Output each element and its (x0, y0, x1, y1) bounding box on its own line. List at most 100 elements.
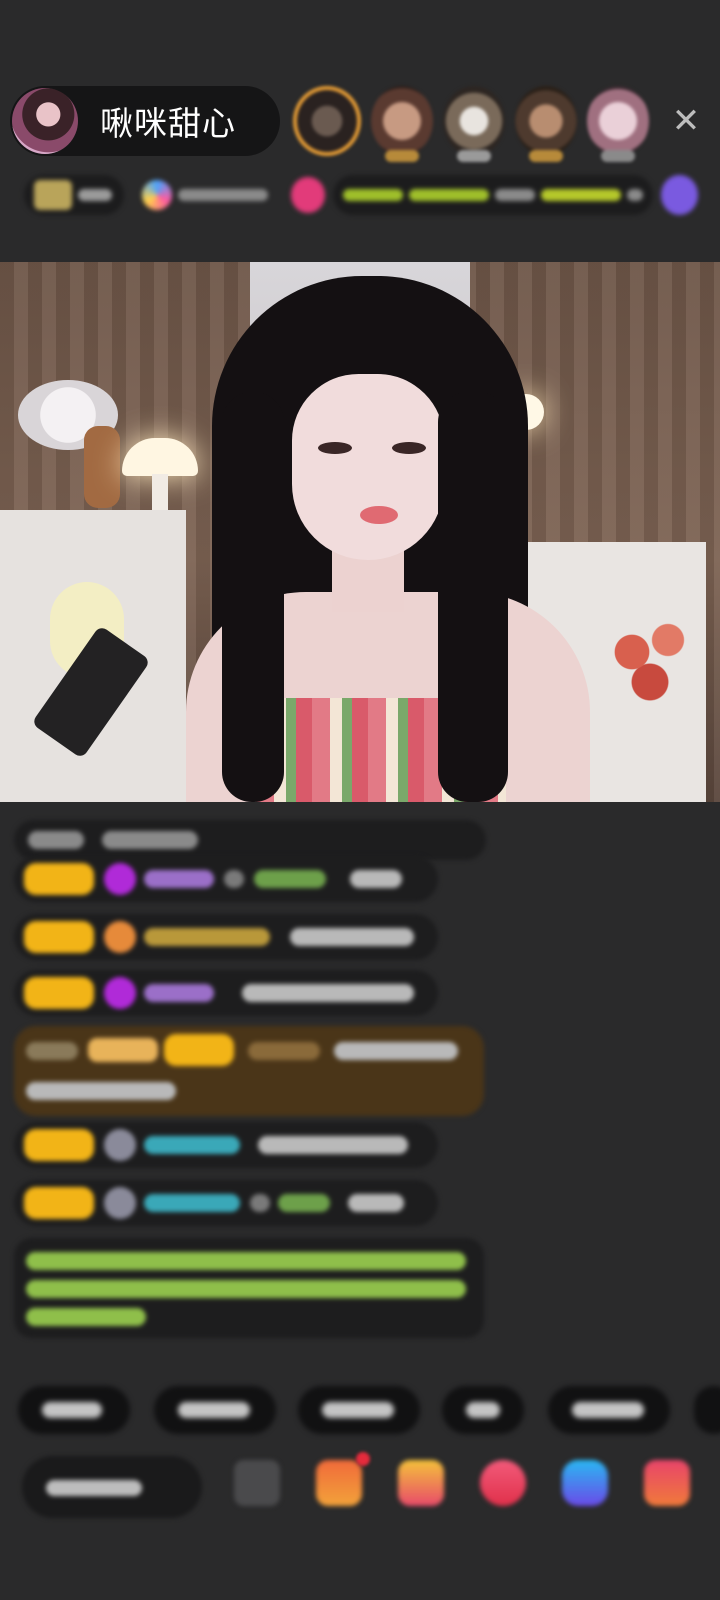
rainbow-icon (142, 180, 173, 210)
highlighted-chat-message[interactable] (14, 1026, 484, 1116)
fan-level-badge (24, 921, 94, 953)
activity-icon[interactable] (660, 175, 698, 215)
emoji-icon[interactable] (234, 1460, 280, 1506)
streamer-eye (318, 442, 352, 454)
quick-reply-button[interactable] (154, 1386, 276, 1434)
blurred-text (342, 189, 403, 201)
streamer-eye (392, 442, 426, 454)
quick-reply-button[interactable] (442, 1386, 524, 1434)
notification-dot (356, 1452, 370, 1466)
username[interactable] (144, 1194, 240, 1212)
level-icon (104, 921, 136, 953)
background-vase (84, 426, 120, 508)
blurred-text (572, 1402, 644, 1418)
notice-text (26, 1252, 466, 1270)
more-icon[interactable] (644, 1460, 690, 1506)
avatar-icon (104, 1187, 136, 1219)
bag-icon[interactable] (398, 1460, 444, 1506)
chat-message[interactable] (14, 856, 438, 902)
blurred-text (42, 1402, 102, 1418)
notice-text (26, 1280, 466, 1298)
blurred-text (78, 189, 112, 201)
blurred-text (178, 189, 269, 201)
blurred-text (250, 1194, 270, 1212)
controller-icon[interactable] (562, 1460, 608, 1506)
quick-reply-button[interactable] (694, 1386, 720, 1434)
blurred-text (540, 189, 621, 201)
blurred-text (408, 189, 489, 201)
streamer-hair (438, 392, 508, 802)
viewer-rank-tag (529, 150, 563, 162)
host-name[interactable]: 啾咪甜心 (100, 97, 236, 145)
blurred-text (26, 1042, 78, 1060)
chat-list[interactable] (0, 802, 720, 1362)
viewer-avatar[interactable] (443, 86, 505, 162)
quick-reply-button[interactable] (18, 1386, 130, 1434)
username[interactable] (144, 928, 270, 946)
viewer-rank-tag (385, 150, 419, 162)
diamond-icon (104, 977, 136, 1009)
message-text (334, 1042, 458, 1060)
viewer-rank-tag (601, 150, 635, 162)
username[interactable] (144, 1136, 240, 1154)
ranking-pill[interactable] (332, 175, 653, 215)
viewer-avatar[interactable] (371, 86, 433, 162)
chat-message[interactable] (14, 1122, 438, 1168)
close-icon[interactable]: ✕ (668, 103, 704, 139)
quick-reply-button[interactable] (298, 1386, 420, 1434)
chat-message[interactable] (14, 820, 486, 860)
message-text (258, 1136, 408, 1154)
fan-level-badge (164, 1034, 234, 1066)
blurred-text (224, 870, 244, 888)
system-notice (14, 1238, 484, 1338)
message-text (26, 1082, 176, 1100)
pink-badge-icon[interactable] (291, 177, 325, 213)
chat-message[interactable] (14, 1180, 438, 1226)
gift-box-icon[interactable] (316, 1460, 362, 1506)
blurred-text (494, 189, 535, 201)
streamer-hair (222, 392, 284, 802)
chat-message[interactable] (14, 914, 438, 960)
message-text (242, 984, 414, 1002)
host-profile-pill[interactable]: 啾咪甜心 (10, 86, 280, 156)
blurred-text (178, 1402, 250, 1418)
viewer-avatar[interactable] (515, 86, 577, 162)
chat-message[interactable] (14, 970, 438, 1016)
blurred-text (626, 189, 643, 201)
background-flowers (584, 592, 704, 712)
viewer-rank-tag (457, 150, 491, 162)
username[interactable] (144, 984, 214, 1002)
quick-reply-row (18, 1386, 720, 1436)
room-info-strip (24, 172, 698, 218)
streamer-face (292, 374, 444, 560)
host-avatar[interactable] (12, 88, 78, 154)
badge-icon (34, 180, 72, 210)
blurred-text (102, 831, 198, 849)
username[interactable] (254, 870, 326, 888)
viewer-avatar[interactable] (587, 86, 649, 162)
heart-icon[interactable] (480, 1460, 526, 1506)
info-pill[interactable] (132, 175, 283, 215)
username[interactable] (144, 870, 214, 888)
fan-level-badge (24, 863, 94, 895)
fan-level-badge (24, 1187, 94, 1219)
vip-badge (88, 1038, 158, 1062)
live-header: 啾咪甜心 ✕ (0, 0, 720, 262)
top-viewers-list (293, 86, 649, 162)
notice-text (26, 1308, 146, 1326)
quick-reply-button[interactable] (548, 1386, 670, 1434)
fan-level-badge (24, 977, 94, 1009)
username[interactable] (278, 1194, 330, 1212)
message-text (348, 1194, 404, 1212)
blurred-text (322, 1402, 394, 1418)
message-text (290, 928, 414, 946)
blurred-text (28, 831, 84, 849)
background-lamp (122, 438, 198, 476)
streamer-lips (360, 506, 398, 524)
chat-input[interactable] (22, 1456, 202, 1518)
viewer-avatar[interactable] (293, 86, 361, 156)
info-pill[interactable] (24, 175, 125, 215)
live-video[interactable] (0, 262, 720, 802)
username[interactable] (248, 1042, 320, 1060)
fan-level-badge (24, 1129, 94, 1161)
